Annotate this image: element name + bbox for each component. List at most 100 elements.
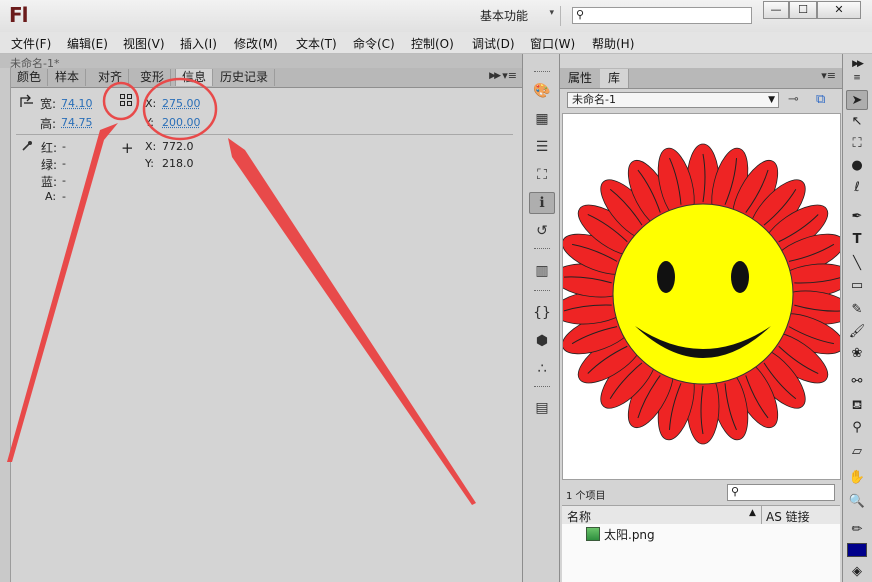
hand-icon[interactable]: ✋	[846, 468, 868, 488]
eyedropper-icon	[22, 141, 32, 151]
tab-swatches[interactable]: 样本	[49, 69, 87, 86]
eraser-icon[interactable]: ▱	[846, 442, 868, 462]
registration-grid-icon[interactable]	[120, 94, 134, 108]
info-panel: 颜色 样本 对齐 变形 信息 历史记录 ▶▶ ▾≡ 宽: 74.10 高: 74…	[10, 68, 523, 582]
strip-grip[interactable]	[534, 290, 550, 294]
y-value[interactable]: 200.00	[162, 116, 201, 129]
eyedropper-icon[interactable]: ⚲	[846, 418, 868, 438]
menu-text[interactable]: 文本(T)	[296, 35, 337, 52]
workspace-switcher[interactable]: 基本功能 ▾	[480, 7, 554, 25]
search-icon: ⚲	[731, 485, 740, 498]
line-icon[interactable]: ╲	[846, 254, 868, 274]
deco-icon[interactable]: ❀	[846, 344, 868, 364]
width-label: 宽:	[40, 97, 57, 111]
library-list: 太阳.png	[562, 524, 840, 582]
help-search-input[interactable]: ⚲	[572, 7, 752, 24]
blue-label: 蓝:	[41, 175, 58, 189]
code-snippet-icon[interactable]: {}	[529, 302, 555, 324]
menu-control[interactable]: 控制(O)	[411, 35, 454, 52]
stroke-color-swatch[interactable]	[847, 543, 867, 557]
column-divider	[761, 506, 762, 524]
pen-icon[interactable]: ✒	[846, 207, 868, 227]
3d-rotation-icon[interactable]: ●	[846, 156, 868, 176]
pin-icon[interactable]: ⊸	[788, 92, 799, 107]
transform-icon[interactable]: ⛶	[529, 164, 555, 186]
tab-align[interactable]: 对齐	[92, 69, 130, 86]
panel-icon-strip: 🎨 ▦ ☰ ⛶ ℹ ↺ ▥ {} ⬢ ∴ ▤	[522, 54, 560, 582]
panel-menu-icon[interactable]: ▾≡	[821, 69, 836, 82]
menu-view[interactable]: 视图(V)	[123, 35, 165, 52]
menu-command[interactable]: 命令(C)	[353, 35, 395, 52]
column-name[interactable]: 名称	[567, 508, 591, 525]
alpha-label: A:	[45, 190, 57, 203]
menu-window[interactable]: 窗口(W)	[530, 35, 575, 52]
width-value[interactable]: 74.10	[61, 97, 93, 110]
components-icon[interactable]: ⬢	[529, 330, 555, 352]
paint-bucket-icon[interactable]: ⛾	[846, 396, 868, 416]
motion-presets-icon[interactable]: ∴	[529, 358, 555, 380]
info-icon[interactable]: ℹ	[529, 192, 555, 214]
height-label: 高:	[40, 117, 57, 131]
column-linkage[interactable]: AS 链接	[766, 508, 810, 525]
library-icon[interactable]: ▥	[529, 260, 555, 282]
maximize-button[interactable]: ☐	[789, 1, 817, 19]
height-value[interactable]: 74.75	[61, 116, 93, 129]
strip-grip[interactable]	[534, 248, 550, 252]
strip-grip[interactable]	[534, 71, 550, 75]
sort-icon[interactable]: ▲	[749, 508, 756, 518]
library-panel: 属性 库 ▾≡ 未命名-1 ▼ ⊸ ⧉ 1 个项目 ⚲ 名称 ▲ AS 链接 太…	[560, 54, 842, 582]
close-button[interactable]: ✕	[817, 1, 861, 19]
history-icon[interactable]: ↺	[529, 220, 555, 242]
stroke-color-icon[interactable]: ✏	[846, 520, 868, 540]
y-label: Y:	[145, 116, 154, 129]
menu-file[interactable]: 文件(F)	[11, 35, 51, 52]
document-tab-strip: 未命名-1*	[0, 54, 522, 68]
sun-image	[563, 143, 840, 445]
document-tab[interactable]: 未命名-1*	[10, 55, 59, 68]
strip-grip[interactable]	[534, 386, 550, 390]
project-icon[interactable]: ▤	[529, 397, 555, 419]
menu-bar: 文件(F) 编辑(E) 视图(V) 插入(I) 修改(M) 文本(T) 命令(C…	[0, 32, 872, 54]
collapse-icon[interactable]: ▶▶	[489, 71, 501, 81]
grid-swatch-icon[interactable]: ▦	[529, 108, 555, 130]
library-preview	[562, 113, 841, 480]
brush-icon[interactable]: 🖌	[846, 322, 868, 342]
sun-eye	[657, 261, 675, 293]
color-palette-icon[interactable]: 🎨	[529, 80, 555, 102]
x-value[interactable]: 275.00	[162, 97, 201, 110]
rectangle-icon[interactable]: ▭	[846, 276, 868, 296]
tab-history[interactable]: 历史记录	[214, 69, 276, 86]
menu-insert[interactable]: 插入(I)	[180, 35, 217, 52]
tab-color[interactable]: 颜色	[11, 69, 49, 86]
strip-grip[interactable]: ≡	[846, 68, 868, 88]
pencil-icon[interactable]: ✎	[846, 300, 868, 320]
title-bar: Fl 基本功能 ▾ ⚲ — ☐ ✕	[0, 0, 872, 33]
free-transform-icon[interactable]: ⛶	[846, 134, 868, 154]
fill-color-icon[interactable]: ◈	[846, 562, 868, 582]
align-icon[interactable]: ☰	[529, 136, 555, 158]
red-label: 红:	[41, 141, 58, 155]
bone-icon[interactable]: ⚯	[846, 372, 868, 392]
zoom-icon[interactable]: 🔍	[846, 492, 868, 512]
lasso-icon[interactable]: ℓ	[846, 178, 868, 198]
panel-divider	[16, 134, 513, 135]
menu-modify[interactable]: 修改(M)	[234, 35, 278, 52]
tab-info[interactable]: 信息	[175, 69, 214, 86]
library-document-select[interactable]: 未命名-1 ▼	[567, 92, 779, 108]
selection-tool-icon[interactable]: ➤	[846, 90, 868, 110]
menu-edit[interactable]: 编辑(E)	[67, 35, 108, 52]
minimize-button[interactable]: —	[763, 1, 789, 19]
cursor-x-value: 772.0	[162, 140, 194, 153]
menu-help[interactable]: 帮助(H)	[592, 35, 634, 52]
tab-library[interactable]: 库	[600, 69, 630, 88]
item-count: 1 个项目	[566, 491, 606, 502]
subselection-tool-icon[interactable]: ↖	[846, 112, 868, 132]
tab-transform[interactable]: 变形	[134, 69, 172, 86]
tab-properties[interactable]: 属性	[560, 69, 602, 88]
library-search-input[interactable]: ⚲	[727, 484, 835, 501]
list-item[interactable]: 太阳.png	[586, 526, 655, 542]
text-icon[interactable]: T	[846, 230, 868, 250]
panel-menu-icon[interactable]: ▾≡	[502, 69, 517, 82]
menu-debug[interactable]: 调试(D)	[472, 35, 515, 52]
new-library-panel-icon[interactable]: ⧉	[816, 92, 825, 107]
